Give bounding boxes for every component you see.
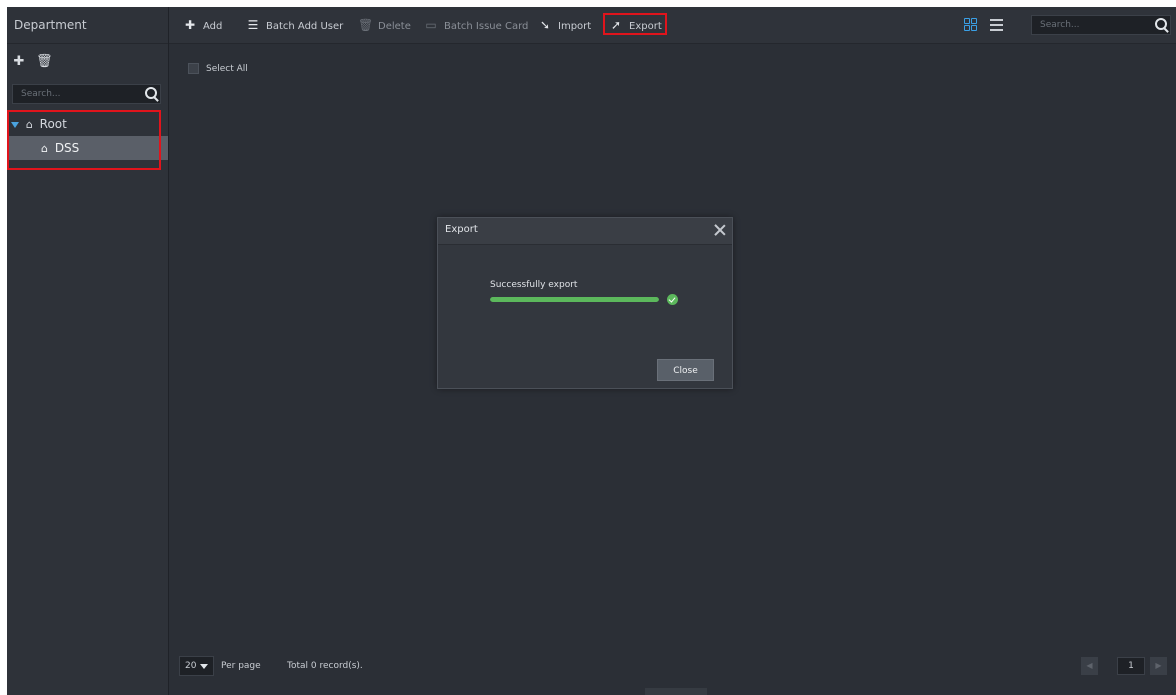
previous-page-button[interactable]: ◀	[1081, 657, 1098, 675]
per-page-label: Per page	[221, 661, 261, 671]
chevron-down-icon	[200, 664, 208, 669]
total-records: Total 0 record(s).	[287, 661, 363, 671]
grid-view-icon[interactable]	[964, 18, 978, 32]
select-all[interactable]: Select All	[188, 62, 248, 76]
department-icon: ⌂	[41, 142, 48, 155]
search-icon[interactable]	[145, 87, 157, 99]
add-label: Add	[203, 21, 223, 32]
import-icon: ➘	[539, 18, 551, 32]
add-department-icon[interactable]: ✚	[12, 54, 26, 69]
plus-icon: ✚	[184, 18, 196, 32]
success-check-icon	[667, 294, 678, 305]
expand-caret-icon[interactable]	[11, 121, 19, 128]
user-search-input[interactable]	[1032, 16, 1150, 34]
department-search	[12, 84, 161, 104]
tree-node-dss-label: DSS	[54, 141, 80, 155]
main-toolbar: ✚ Add ☰ Batch Add User 🗑 Delete ▭ Batch Issu…	[169, 7, 1176, 44]
user-search	[1031, 15, 1171, 35]
batch-issue-card-label: Batch Issue Card	[444, 21, 529, 32]
sidebar-title: Department	[7, 7, 168, 44]
export-status-text: Successfully export	[490, 280, 578, 290]
list-view-icon[interactable]	[987, 18, 1004, 32]
tree-node-root-label: Root	[39, 117, 67, 131]
per-page-select[interactable]: 20	[179, 656, 214, 676]
delete-department-icon[interactable]: 🗑	[36, 54, 53, 69]
select-all-checkbox[interactable]	[188, 63, 199, 74]
next-page-button[interactable]: ▶	[1150, 657, 1167, 675]
export-progress-fill	[490, 297, 659, 302]
import-button[interactable]: ➘ Import	[538, 17, 591, 33]
dialog-header: Export	[438, 218, 732, 245]
dialog-title: Export	[445, 224, 478, 235]
export-label: Export	[629, 21, 662, 32]
trash-icon: 🗑	[358, 18, 374, 32]
export-progress-bar	[490, 297, 659, 302]
export-button[interactable]: ➚ Export	[609, 17, 662, 33]
app-window: Department ✚ 🗑 ⌂ Root ⌂ DSS ✚ Add	[7, 7, 1176, 695]
batch-add-user-button[interactable]: ☰ Batch Add User	[246, 17, 344, 33]
batch-add-user-label: Batch Add User	[266, 21, 344, 32]
organization-icon: ⌂	[25, 118, 33, 131]
close-icon[interactable]	[712, 222, 728, 238]
close-button[interactable]: Close	[657, 359, 714, 381]
batch-add-icon: ☰	[247, 18, 259, 32]
export-icon: ➚	[610, 18, 622, 32]
tree-node-root[interactable]: ⌂ Root	[7, 112, 168, 136]
bottom-scroll-tab	[645, 688, 707, 695]
department-tree: ⌂ Root ⌂ DSS	[7, 112, 168, 160]
department-sidebar: Department ✚ 🗑 ⌂ Root ⌂ DSS	[7, 7, 169, 695]
search-icon[interactable]	[1155, 18, 1167, 30]
department-search-input[interactable]	[13, 85, 141, 103]
sidebar-toolbar: ✚ 🗑	[7, 44, 168, 78]
delete-label: Delete	[378, 21, 411, 32]
tree-node-dss[interactable]: ⌂ DSS	[7, 136, 168, 160]
export-dialog: Export Successfully export Close	[437, 217, 733, 389]
card-icon: ▭	[425, 18, 437, 32]
import-label: Import	[558, 21, 592, 32]
batch-issue-card-button[interactable]: ▭ Batch Issue Card	[424, 17, 528, 33]
per-page-value: 20	[185, 661, 197, 671]
add-button[interactable]: ✚ Add	[183, 17, 222, 33]
delete-button[interactable]: 🗑 Delete	[358, 17, 411, 33]
current-page-input[interactable]: 1	[1117, 657, 1145, 675]
select-all-label: Select All	[206, 64, 248, 74]
